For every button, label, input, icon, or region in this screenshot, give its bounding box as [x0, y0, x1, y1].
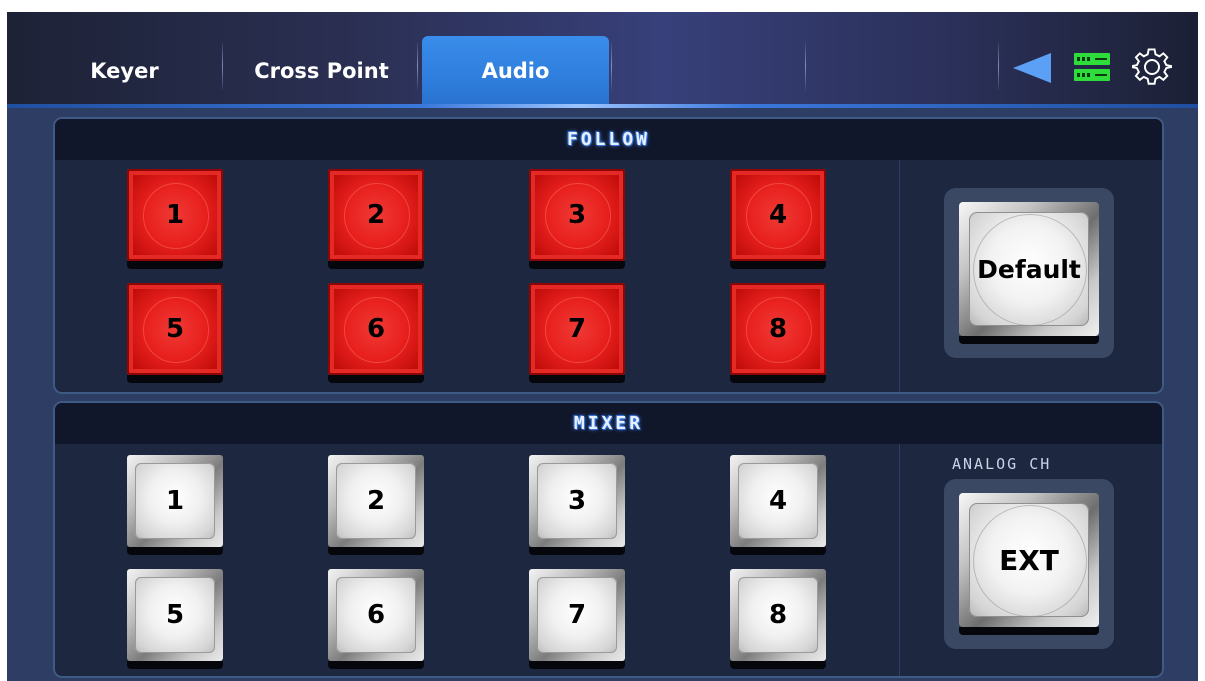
mixer-panel: MIXER 1 2 3 4 5 6 7 8 ANALOG CH EXT	[53, 401, 1164, 678]
channel-number: 8	[768, 314, 788, 344]
default-button[interactable]: Default	[959, 202, 1099, 344]
panel-divider	[899, 444, 900, 676]
channel-number: 4	[768, 486, 788, 516]
follow-channel-6-button[interactable]: 6	[328, 283, 424, 383]
follow-channel-2-button[interactable]: 2	[328, 169, 424, 269]
channel-number: 5	[165, 600, 185, 630]
mixer-channel-4-button[interactable]: 4	[730, 455, 826, 555]
follow-title: FOLLOW	[566, 129, 651, 150]
analog-ch-label: ANALOG CH	[952, 455, 1052, 473]
ext-button[interactable]: EXT	[959, 493, 1099, 635]
follow-channel-7-button[interactable]: 7	[529, 283, 625, 383]
channel-number: 5	[165, 314, 185, 344]
top-bar: Keyer Cross Point Audio	[7, 12, 1198, 106]
mixer-channel-2-button[interactable]: 2	[328, 455, 424, 555]
ext-button-frame: EXT	[944, 479, 1114, 649]
mixer-channel-3-button[interactable]: 3	[529, 455, 625, 555]
default-label: Default	[977, 254, 1081, 284]
follow-channel-5-button[interactable]: 5	[127, 283, 223, 383]
mixer-panel-header: MIXER	[55, 403, 1162, 444]
ext-label: EXT	[999, 543, 1059, 577]
follow-channel-3-button[interactable]: 3	[529, 169, 625, 269]
channel-number: 6	[366, 600, 386, 630]
follow-panel: FOLLOW 1 2 3 4 5 6 7 8 Default	[53, 117, 1164, 394]
back-triangle-icon[interactable]	[1011, 51, 1053, 85]
tab-divider	[222, 42, 223, 90]
tab-divider	[805, 42, 806, 90]
tab-divider	[998, 42, 999, 90]
follow-channel-8-button[interactable]: 8	[730, 283, 826, 383]
follow-channel-4-button[interactable]: 4	[730, 169, 826, 269]
active-tab-underline	[7, 104, 1198, 108]
channel-number: 2	[366, 486, 386, 516]
tab-label: Cross Point	[254, 59, 389, 83]
mixer-channel-5-button[interactable]: 5	[127, 569, 223, 669]
channel-number: 8	[768, 600, 788, 630]
mixer-channel-8-button[interactable]: 8	[730, 569, 826, 669]
channel-number: 2	[366, 200, 386, 230]
tab-audio[interactable]: Audio	[422, 36, 609, 106]
tab-divider	[611, 42, 612, 90]
channel-number: 7	[567, 314, 587, 344]
gear-icon[interactable]	[1132, 47, 1172, 87]
channel-number: 1	[165, 200, 185, 230]
tab-keyer[interactable]: Keyer	[31, 36, 218, 106]
channel-number: 6	[366, 314, 386, 344]
follow-panel-header: FOLLOW	[55, 119, 1162, 160]
server-status-icon[interactable]	[1073, 52, 1111, 82]
mixer-channel-1-button[interactable]: 1	[127, 455, 223, 555]
audio-app: Keyer Cross Point Audio FOLLOW 1 2 3 4 5…	[7, 12, 1198, 681]
channel-number: 7	[567, 600, 587, 630]
mixer-title: MIXER	[573, 413, 644, 434]
tab-cross-point[interactable]: Cross Point	[228, 36, 415, 106]
default-button-frame: Default	[944, 188, 1114, 358]
channel-number: 3	[567, 486, 587, 516]
tab-label: Audio	[481, 59, 550, 83]
channel-number: 4	[768, 200, 788, 230]
panel-divider	[899, 160, 900, 392]
tab-label: Keyer	[90, 59, 159, 83]
follow-channel-1-button[interactable]: 1	[127, 169, 223, 269]
mixer-channel-7-button[interactable]: 7	[529, 569, 625, 669]
mixer-channel-6-button[interactable]: 6	[328, 569, 424, 669]
tab-divider	[417, 42, 418, 90]
channel-number: 3	[567, 200, 587, 230]
channel-number: 1	[165, 486, 185, 516]
